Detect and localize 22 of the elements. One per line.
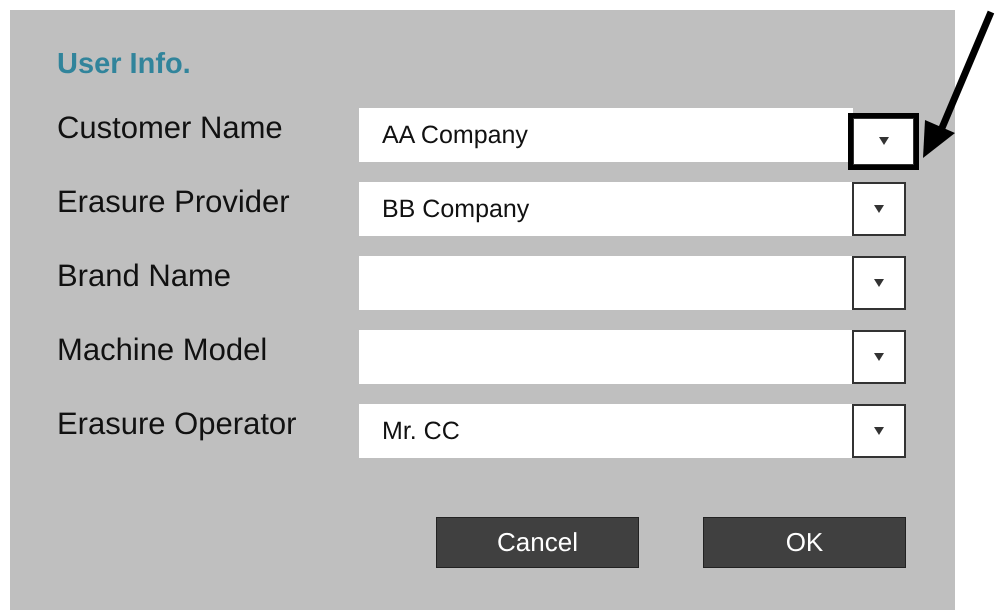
input-field[interactable] <box>359 256 852 310</box>
dropdown-button[interactable] <box>852 330 906 384</box>
dropdown-button[interactable] <box>852 256 906 310</box>
input-field[interactable] <box>359 330 852 384</box>
dialog-button[interactable]: Cancel <box>436 517 639 568</box>
dropdown-button[interactable] <box>852 182 906 236</box>
caret-icon <box>873 278 885 288</box>
field-label: Customer Name <box>57 110 284 146</box>
caret-icon <box>878 136 890 146</box>
dialog-button[interactable]: OK <box>703 517 906 568</box>
field-label: Machine Model <box>57 332 268 368</box>
caret-icon <box>873 426 885 436</box>
field-label: Brand Name <box>57 258 232 294</box>
field-label: Erasure Provider <box>57 184 291 220</box>
caret-icon <box>873 204 885 214</box>
dialog-title: User Info. <box>57 48 192 82</box>
caret-icon <box>873 352 885 362</box>
input-field[interactable]: BB Company <box>359 182 852 236</box>
dropdown-button[interactable] <box>852 404 906 458</box>
input-field[interactable]: AA Company <box>359 108 853 162</box>
input-field[interactable]: Mr. CC <box>359 404 852 458</box>
field-label: Erasure Operator <box>57 406 298 442</box>
